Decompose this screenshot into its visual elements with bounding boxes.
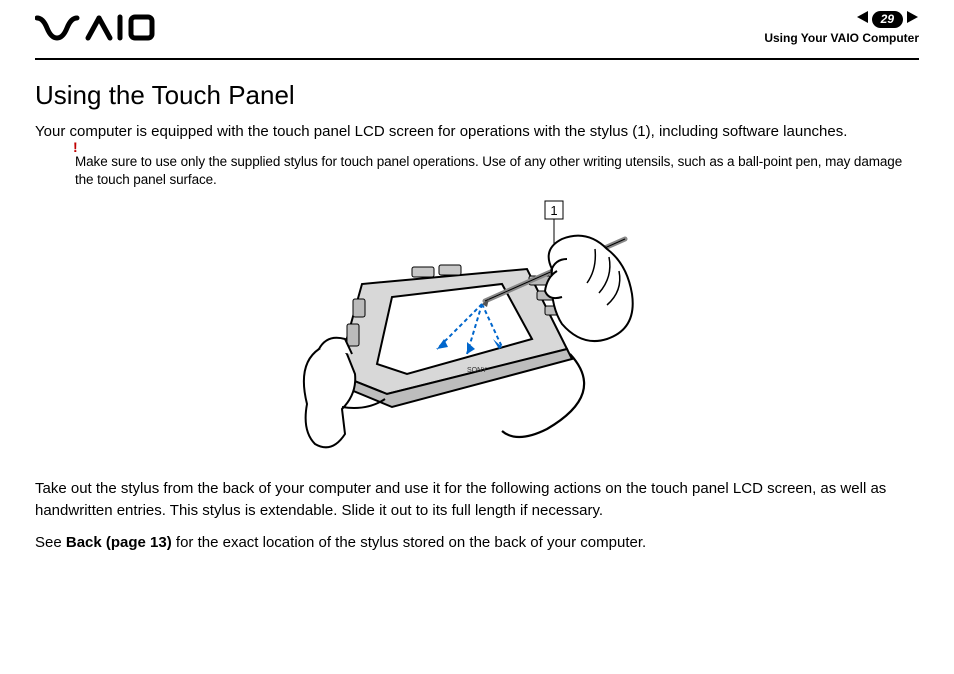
page-nav: 29 [764, 10, 919, 29]
body-paragraph-2: Take out the stylus from the back of you… [35, 478, 919, 522]
see-suffix: for the exact location of the stylus sto… [172, 534, 646, 551]
caution-note: ! Make sure to use only the supplied sty… [75, 153, 919, 189]
page-number: 29 [872, 11, 903, 29]
warning-icon: ! [73, 138, 78, 157]
back-page-link[interactable]: Back (page 13) [66, 534, 172, 551]
nav-prev-icon[interactable] [856, 10, 870, 29]
header-divider [35, 58, 919, 60]
caution-text: Make sure to use only the supplied stylu… [75, 154, 902, 187]
header-section: Using Your VAIO Computer [764, 31, 919, 47]
see-prefix: See [35, 534, 66, 551]
callout-label: 1 [550, 203, 557, 218]
illustration: 1 [35, 199, 919, 464]
page-header: 29 Using Your VAIO Computer [35, 10, 919, 56]
nav-next-icon[interactable] [905, 10, 919, 29]
header-right: 29 Using Your VAIO Computer [764, 10, 919, 46]
body-paragraph-3: See Back (page 13) for the exact locatio… [35, 532, 919, 554]
page-content: Using the Touch Panel Your computer is e… [35, 80, 919, 553]
svg-text:SONY: SONY [467, 367, 487, 374]
page-title: Using the Touch Panel [35, 80, 919, 111]
touch-panel-illustration: 1 [297, 199, 657, 459]
vaio-logo [35, 14, 155, 47]
intro-paragraph: Your computer is equipped with the touch… [35, 121, 919, 143]
document-page: 29 Using Your VAIO Computer Using the To… [0, 0, 954, 674]
